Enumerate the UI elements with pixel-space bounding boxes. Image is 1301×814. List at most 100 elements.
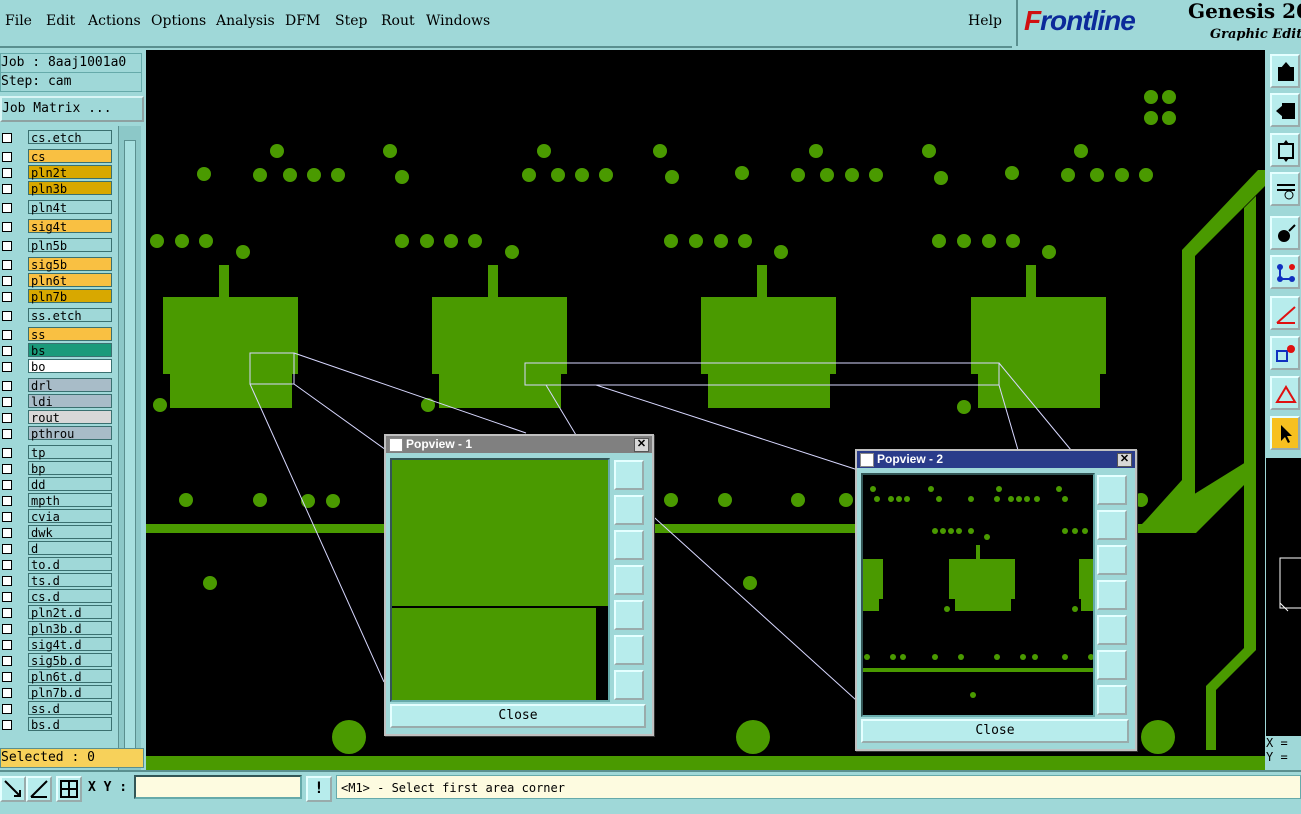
layer-name[interactable]: to.d (28, 557, 112, 572)
layer-row[interactable]: cs.etch (0, 130, 116, 145)
layer-checkbox[interactable] (2, 241, 12, 251)
layer-checkbox[interactable] (2, 381, 12, 391)
layer-checkbox[interactable] (2, 330, 12, 340)
menu-step[interactable]: Step (335, 13, 367, 29)
layer-name[interactable]: d (28, 541, 112, 556)
menu-rout[interactable]: Rout (381, 13, 415, 29)
layer-row[interactable]: ldi (0, 394, 116, 409)
job-matrix-button[interactable]: Job Matrix ... (0, 96, 144, 122)
pan-left-icon[interactable] (1097, 580, 1127, 610)
pan-up-icon[interactable] (614, 495, 644, 525)
layer-name[interactable]: drl (28, 378, 112, 393)
layer-name[interactable]: pln7b.d (28, 685, 112, 700)
layer-name[interactable]: pln2t (28, 165, 112, 180)
layer-row[interactable]: cs.d (0, 589, 116, 604)
layer-checkbox[interactable] (2, 448, 12, 458)
pan-up-icon[interactable] (1270, 54, 1300, 88)
layer-checkbox[interactable] (2, 346, 12, 356)
layer-checkbox[interactable] (2, 260, 12, 270)
layer-checkbox[interactable] (2, 184, 12, 194)
layer-checkbox[interactable] (2, 464, 12, 474)
scrollbar-thumb[interactable] (124, 140, 136, 768)
layer-checkbox[interactable] (2, 168, 12, 178)
layer-name[interactable]: pln3b (28, 181, 112, 196)
zoom-out-icon[interactable] (1097, 650, 1127, 680)
layer-checkbox[interactable] (2, 397, 12, 407)
pan-right-icon[interactable] (1097, 615, 1127, 645)
close-icon[interactable]: ✕ (1117, 453, 1132, 467)
popview-1-view[interactable] (390, 458, 610, 702)
layer-name[interactable]: mpth (28, 493, 112, 508)
pan-up-icon[interactable] (1097, 510, 1127, 540)
layer-checkbox[interactable] (2, 704, 12, 714)
layer-name[interactable]: cvia (28, 509, 112, 524)
layer-row[interactable]: pln7b (0, 289, 116, 304)
layer-name[interactable]: cs.etch (28, 130, 112, 145)
layer-row[interactable]: dwk (0, 525, 116, 540)
snap-icon[interactable] (1270, 336, 1300, 370)
zoom-out-icon[interactable] (614, 635, 644, 665)
layer-row[interactable]: cs (0, 149, 116, 164)
layer-row[interactable]: pln7b.d (0, 685, 116, 700)
layer-row[interactable]: drl (0, 378, 116, 393)
layer-checkbox[interactable] (2, 656, 12, 666)
layer-row[interactable]: bs.d (0, 717, 116, 732)
layer-checkbox[interactable] (2, 429, 12, 439)
layer-row[interactable]: bp (0, 461, 116, 476)
warning-icon[interactable]: ! (306, 776, 332, 802)
layer-name[interactable]: pln6t (28, 273, 112, 288)
layer-row[interactable]: sig5b (0, 257, 116, 272)
menu-file[interactable]: File (5, 13, 32, 29)
layer-checkbox[interactable] (2, 624, 12, 634)
menu-edit[interactable]: Edit (46, 13, 75, 29)
net-connect-icon[interactable] (1270, 255, 1300, 289)
layer-name[interactable]: sig4t (28, 219, 112, 234)
layer-row[interactable]: pln4t (0, 200, 116, 215)
grid-icon[interactable] (56, 776, 82, 802)
layer-checkbox[interactable] (2, 592, 12, 602)
layer-row[interactable]: cvia (0, 509, 116, 524)
layer-name[interactable]: sig4t.d (28, 637, 112, 652)
layer-row[interactable]: mpth (0, 493, 116, 508)
layer-checkbox[interactable] (2, 688, 12, 698)
layer-checkbox[interactable] (2, 152, 12, 162)
layer-name[interactable]: ss.etch (28, 308, 112, 323)
layer-name[interactable]: sig5b.d (28, 653, 112, 668)
popview-1-titlebar[interactable]: Popview - 1 ✕ (386, 436, 652, 453)
layer-checkbox[interactable] (2, 362, 12, 372)
layer-row[interactable]: bs (0, 343, 116, 358)
angle-icon[interactable] (1270, 296, 1300, 330)
layer-name[interactable]: bs.d (28, 717, 112, 732)
layer-scrollbar[interactable] (118, 126, 141, 792)
layer-row[interactable]: pln3b.d (0, 621, 116, 636)
pan-down-icon[interactable] (614, 530, 644, 560)
layer-checkbox[interactable] (2, 720, 12, 730)
layer-name[interactable]: dd (28, 477, 112, 492)
layer-checkbox[interactable] (2, 672, 12, 682)
measure-icon[interactable] (1270, 172, 1300, 206)
menu-help[interactable]: Help (968, 13, 1002, 29)
layer-name[interactable]: pln7b (28, 289, 112, 304)
layer-row[interactable]: pln6t.d (0, 669, 116, 684)
layer-row[interactable]: pln2t.d (0, 605, 116, 620)
popview-1-close-button[interactable]: Close (390, 704, 646, 728)
layer-name[interactable]: cs (28, 149, 112, 164)
layer-name[interactable]: pln6t.d (28, 669, 112, 684)
layer-name[interactable]: bo (28, 359, 112, 374)
menu-analysis[interactable]: Analysis (216, 13, 275, 29)
window-menu-icon[interactable] (389, 438, 403, 452)
layer-row[interactable]: ss.etch (0, 308, 116, 323)
popview-2-titlebar[interactable]: Popview - 2 ✕ (857, 451, 1135, 468)
layer-checkbox[interactable] (2, 576, 12, 586)
layer-name[interactable]: dwk (28, 525, 112, 540)
layer-name[interactable]: ss (28, 327, 112, 342)
layer-row[interactable]: ss.d (0, 701, 116, 716)
zoom-in-icon[interactable] (614, 460, 644, 490)
layer-checkbox[interactable] (2, 480, 12, 490)
layer-row[interactable]: ss (0, 327, 116, 342)
layer-name[interactable]: bs (28, 343, 112, 358)
layer-name[interactable]: pthrou (28, 426, 112, 441)
layer-name[interactable]: ss.d (28, 701, 112, 716)
layer-row[interactable]: dd (0, 477, 116, 492)
layer-row[interactable]: sig4t.d (0, 637, 116, 652)
